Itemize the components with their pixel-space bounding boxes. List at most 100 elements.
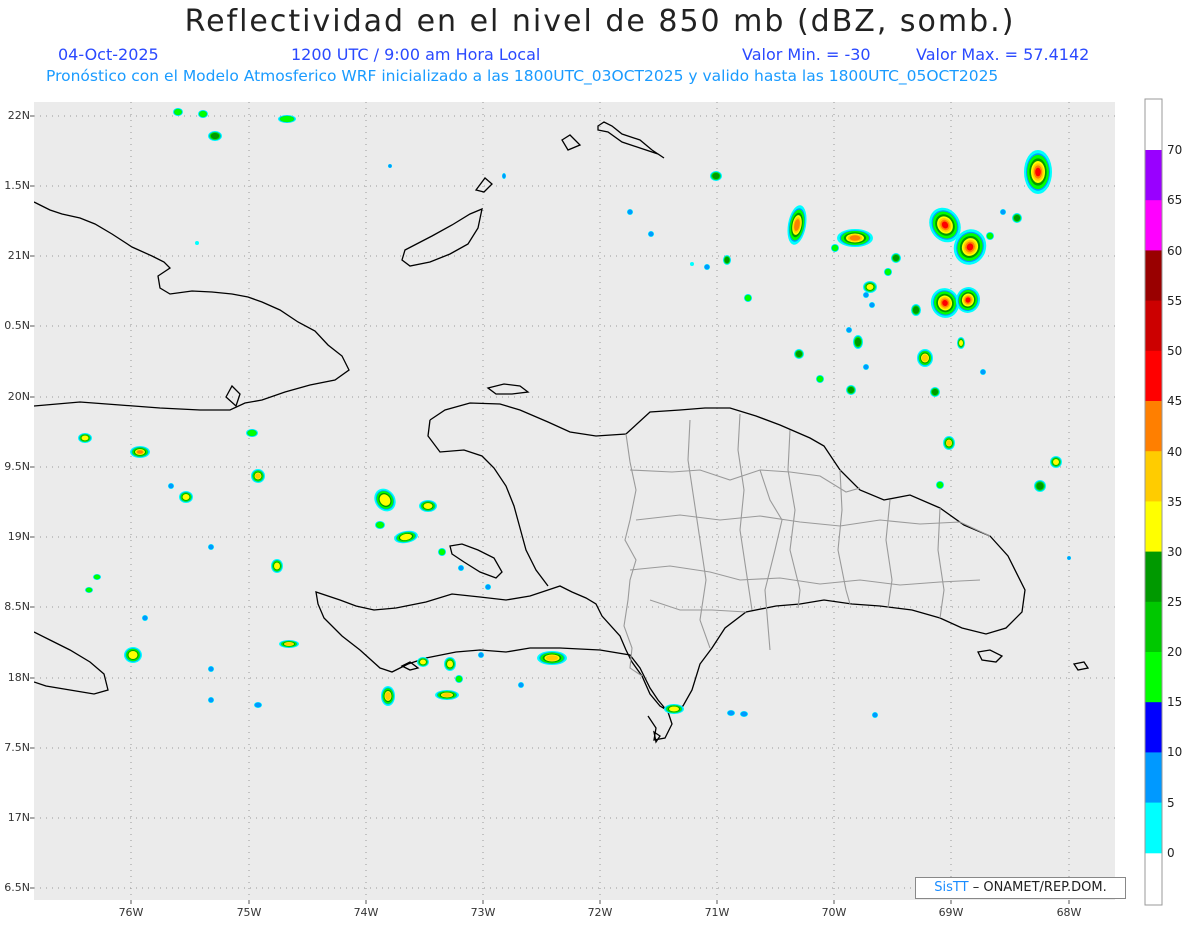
reflectivity-cell [664,704,684,714]
credit-box: SisTT – ONAMET/REP.DOM. [915,877,1126,899]
reflectivity-cell [846,385,856,395]
reflectivity-cell [723,255,731,265]
colorbar-swatch [1145,401,1162,452]
lon-label: 71W [705,906,730,919]
reflectivity-cell [727,710,735,716]
reflectivity-cell [130,446,150,458]
reflectivity-cell [435,690,459,700]
reflectivity-cell [831,244,839,252]
reflectivity-cell [816,375,824,383]
reflectivity-cell [911,304,921,316]
lat-label: 1.5N [4,179,30,192]
colorbar-swatch [1145,150,1162,201]
reflectivity-cell [417,657,429,667]
reflectivity-cell [863,292,869,298]
lat-label: 17N [8,811,30,824]
reflectivity-cell [78,433,92,443]
colorbar-swatch [1145,501,1162,553]
reflectivity-cell [278,115,296,123]
colorbar-label: 55 [1167,294,1182,308]
colorbar-label: 0 [1167,846,1175,860]
lon-label: 75W [237,906,262,919]
colorbar-swatch [1145,300,1162,352]
reflectivity-cell [980,369,986,375]
lat-label: 22N [8,109,30,122]
lat-label: 18N [8,671,30,684]
colorbar-label: 15 [1167,695,1182,709]
reflectivity-cell [704,264,710,270]
lon-label: 68W [1057,906,1082,919]
reflectivity-cell [179,491,193,503]
reflectivity-cell [891,253,901,263]
colorbar-label: 20 [1167,645,1182,659]
reflectivity-cell [246,429,258,437]
colorbar-swatch [1145,702,1162,753]
reflectivity-cell [168,483,174,489]
reflectivity-cell [1024,150,1052,194]
colorbar-label: 10 [1167,745,1182,759]
reflectivity-cell [419,500,437,512]
reflectivity-cell [381,686,395,706]
lat-label: 21N [8,249,30,262]
reflectivity-cell [1012,213,1022,223]
reflectivity-cell [279,640,299,648]
reflectivity-cell [537,651,567,665]
lat-label: 9.5N [4,460,30,473]
reflectivity-cell [251,469,265,483]
reflectivity-cell [884,268,892,276]
reflectivity-cell [478,652,484,658]
colorbar-swatch [1145,451,1162,502]
reflectivity-cell [124,647,142,663]
lat-label: 20N [8,390,30,403]
reflectivity-cell [502,173,506,179]
lat-label: 8.5N [4,600,30,613]
sistt-logo: SisTT [934,880,969,895]
lon-label: 70W [822,906,847,919]
reflectivity-cell [846,327,852,333]
lat-labels: 22N 1.5N 21N 0.5N 20N 9.5N 19N 8.5N 18N … [4,109,30,894]
reflectivity-cell [690,262,694,266]
reflectivity-cell [740,711,748,717]
reflectivity-cell [518,682,524,688]
reflectivity-cell [208,697,214,703]
colorbar-label: 35 [1167,495,1182,509]
colorbar-bottom [1145,853,1162,905]
reflectivity-cell [455,675,463,683]
lon-label: 69W [939,906,964,919]
reflectivity-cell [869,302,875,308]
colorbar-swatch [1145,601,1162,653]
reflectivity-cell [198,110,208,118]
reflectivity-map: 22N 1.5N 21N 0.5N 20N 9.5N 19N 8.5N 18N … [4,98,1182,919]
reflectivity-cell [930,387,940,397]
lat-label: 0.5N [4,319,30,332]
reflectivity-cell [863,281,877,293]
lon-label: 74W [354,906,379,919]
reflectivity-cell [917,349,933,367]
colorbar-label: 40 [1167,445,1182,459]
reflectivity-cell [444,657,456,671]
reflectivity-cell [837,229,873,247]
reflectivity-cell [195,241,199,245]
colorbar-label: 70 [1167,143,1182,157]
colorbar-label: 30 [1167,545,1182,559]
reflectivity-cell [208,666,214,672]
colorbar-swatch [1145,752,1162,804]
reflectivity-cell [863,364,869,370]
colorbar-labels: 70 65 60 55 50 45 40 35 30 25 20 15 10 5… [1167,143,1182,860]
reflectivity-cell [208,131,222,141]
reflectivity-cell [1000,209,1006,215]
credit-text: – ONAMET/REP.DOM. [972,880,1107,895]
reflectivity-cell [627,209,633,215]
reflectivity-cell [744,294,752,302]
reflectivity-cell [388,164,392,168]
reflectivity-cell [254,702,262,708]
reflectivity-cell [794,349,804,359]
reflectivity-cell [872,712,878,718]
reflectivity-cell [208,544,214,550]
reflectivity-cell [85,587,93,593]
lat-label: 6.5N [4,881,30,894]
reflectivity-cell [1067,556,1071,560]
colorbar-label: 50 [1167,344,1182,358]
colorbar: 70 65 60 55 50 45 40 35 30 25 20 15 10 5… [1144,98,1182,906]
colorbar-label: 65 [1167,193,1182,207]
